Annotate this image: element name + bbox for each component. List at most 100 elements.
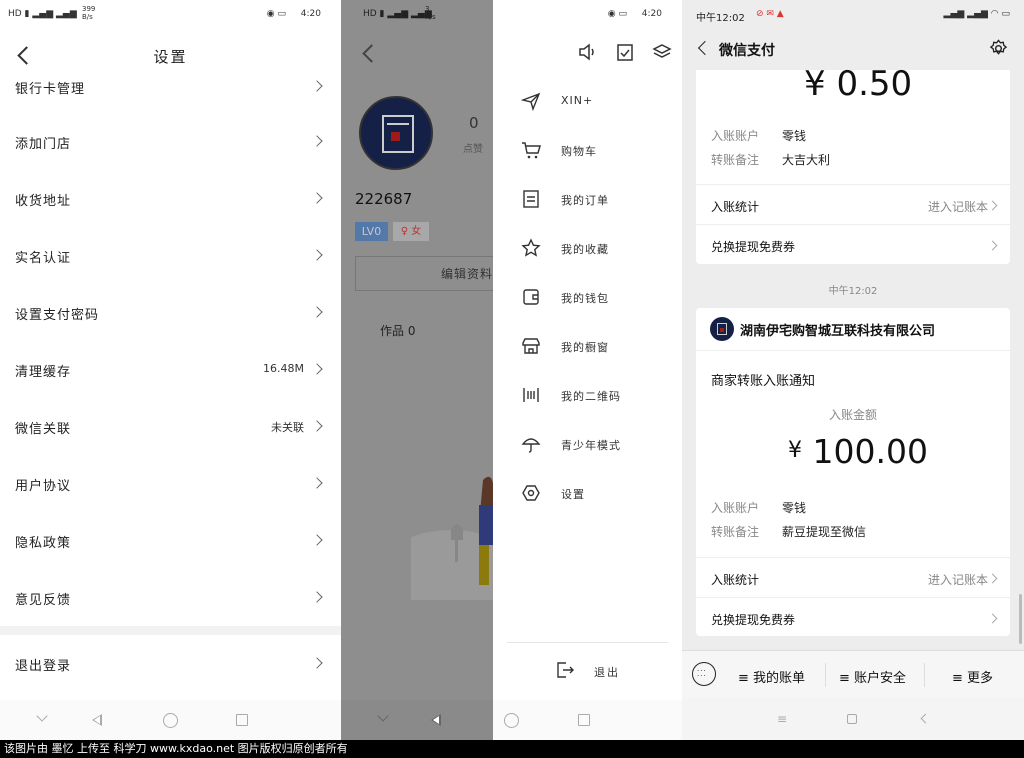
chevron-right-icon xyxy=(311,477,323,489)
chevron-right-icon xyxy=(311,249,323,261)
nav-down-icon[interactable] xyxy=(36,710,48,722)
status-time: 4:20 xyxy=(300,9,321,19)
net-speed: 3 K/s xyxy=(425,5,436,21)
chevron-right-icon xyxy=(311,192,323,204)
menu-item-favorites[interactable]: 我的收藏 xyxy=(493,224,682,273)
paper-plane-icon xyxy=(521,92,541,111)
divider xyxy=(696,350,1010,351)
notification-icons: ⊘ ✉ ▲ xyxy=(756,9,784,19)
nav-home-icon[interactable] xyxy=(163,713,178,728)
watermark-footer: 该图片由 墨忆 上传至 科学刀 www.kxdao.net 图片版权归原创者所有 xyxy=(0,740,1024,758)
menu-item-settings[interactable]: 设置 xyxy=(493,469,682,518)
settings-item[interactable]: 意见反馈 xyxy=(0,569,341,626)
checklist-icon[interactable] xyxy=(615,42,635,62)
nav-back-icon[interactable] xyxy=(920,713,931,724)
drawer-logout-button[interactable]: 退出 xyxy=(555,660,635,684)
user-id: 222687 xyxy=(355,190,413,208)
chevron-right-icon xyxy=(987,240,998,251)
settings-item-wechat[interactable]: 微信关联 未关联 xyxy=(0,398,341,455)
nav-back-icon[interactable] xyxy=(92,714,102,726)
menu-item-cart[interactable]: 购物车 xyxy=(493,126,682,175)
transfer-card-2: 湖南伊宅购智城互联科技有限公司 商家转账入账通知 入账金额 ¥ 100.00 入… xyxy=(696,308,1010,636)
system-nav-bar xyxy=(341,700,493,740)
status-bar: 中午12:02 ⊘ ✉ ▲ ▂▄▆ ▂▄▆ ◠ ▭ xyxy=(682,0,1024,30)
layers-icon[interactable] xyxy=(652,42,672,62)
wechat-status: 未关联 xyxy=(271,421,304,434)
hexagon-settings-icon xyxy=(522,485,540,501)
back-button[interactable] xyxy=(362,44,381,63)
status-time: 中午12:02 xyxy=(696,13,745,24)
menu-item-wallet[interactable]: 我的钱包 xyxy=(493,273,682,322)
settings-item[interactable]: 设置支付密码 xyxy=(0,284,341,341)
empty-illustration xyxy=(411,476,493,600)
likes-label: 点赞 xyxy=(463,144,483,155)
amount: ¥ 0.50 xyxy=(804,64,913,104)
chevron-right-icon xyxy=(311,306,323,318)
status-time: 4:20 xyxy=(641,9,662,19)
nav-recent-icon[interactable] xyxy=(578,714,590,726)
account-security-menu[interactable]: ≡ 账户安全 xyxy=(839,667,906,686)
system-nav-bar xyxy=(0,700,341,740)
ledger-link[interactable]: 进入记账本 xyxy=(928,571,988,588)
amount: ¥ 100.00 xyxy=(788,432,928,471)
status-bar: HD ▮ ▂▄▆ ▂▄▆ 3 K/s xyxy=(341,0,493,30)
menu-item-shop-window[interactable]: 我的橱窗 xyxy=(493,322,682,371)
settings-panel: HD ▮ ▂▄▆ ▂▄▆ 399 B/s ◉ ▭ 4:20 设置 银行卡管理 添加… xyxy=(0,0,341,740)
logout-button[interactable]: 退出登录 xyxy=(0,635,341,692)
back-button[interactable] xyxy=(697,40,713,56)
menu-item-xin[interactable]: XIN+ xyxy=(493,77,682,126)
amount-label: 入账金额 xyxy=(828,408,877,422)
page-title: 微信支付 xyxy=(719,43,775,59)
note-row: 转账备注 大吉大利 xyxy=(711,153,831,167)
menu-item-youth-mode[interactable]: 青少年模式 xyxy=(493,420,682,469)
settings-item[interactable]: 银行卡管理 xyxy=(0,58,341,98)
ledger-link[interactable]: 进入记账本 xyxy=(928,198,988,215)
settings-item-cache[interactable]: 清理缓存 16.48M xyxy=(0,341,341,398)
settings-item[interactable]: 实名认证 xyxy=(0,227,341,284)
nav-menu-icon[interactable]: ≡ xyxy=(777,712,787,726)
signal-icon: HD ▮ ▂▄▆ ▂▄▆ xyxy=(8,9,77,19)
timestamp: 中午12:02 xyxy=(828,286,878,297)
nav-home-icon[interactable] xyxy=(504,713,519,728)
settings-item[interactable]: 用户协议 xyxy=(0,455,341,512)
scrollbar[interactable] xyxy=(1019,594,1022,644)
menu-item-qrcode[interactable]: 我的二维码 xyxy=(493,371,682,420)
drawer-menu-panel: ◉ ▭ 4:20 XIN+ 购物车 我的订单 我的收藏 我的钱包 我的橱窗 我的… xyxy=(493,0,682,740)
chevron-right-icon xyxy=(311,363,323,375)
qrcode-icon xyxy=(523,388,539,402)
eye-battery-icon: ◉ ▭ xyxy=(607,9,627,19)
volume-icon[interactable] xyxy=(577,42,597,62)
works-tab[interactable]: 作品 0 xyxy=(380,322,415,339)
nav-recent-icon[interactable] xyxy=(236,714,248,726)
keyboard-icon[interactable]: ··· ··· xyxy=(692,662,716,686)
my-bill-menu[interactable]: ≡ 我的账单 xyxy=(738,667,805,686)
stats-row[interactable]: 入账统计 进入记账本 xyxy=(696,184,1010,224)
gear-icon[interactable] xyxy=(989,39,1008,58)
eye-battery-icon: ◉ ▭ xyxy=(266,9,286,19)
note-row: 转账备注 薪豆提现至微信 xyxy=(711,525,867,539)
wechat-pay-panel: 中午12:02 ⊘ ✉ ▲ ▂▄▆ ▂▄▆ ◠ ▭ 微信支付 ¥ 0.50 入账… xyxy=(682,0,1024,740)
menu-item-orders[interactable]: 我的订单 xyxy=(493,175,682,224)
settings-item[interactable]: 收货地址 xyxy=(0,170,341,227)
more-menu[interactable]: ≡ 更多 xyxy=(952,667,993,686)
level-badge: LV0 xyxy=(355,222,388,241)
status-bar: HD ▮ ▂▄▆ ▂▄▆ 399 B/s ◉ ▭ 4:20 xyxy=(0,0,341,30)
chevron-right-icon xyxy=(987,573,998,584)
status-bar: ◉ ▭ 4:20 xyxy=(493,0,682,30)
edit-profile-button[interactable]: 编辑资料 xyxy=(355,256,493,291)
nav-down-icon[interactable] xyxy=(377,710,389,722)
avatar[interactable] xyxy=(359,96,433,170)
avatar-logo-icon xyxy=(382,115,414,153)
likes-count: 0 xyxy=(469,114,479,132)
nav-home-icon[interactable] xyxy=(847,714,857,724)
chevron-right-icon xyxy=(311,657,323,669)
signal-wifi-battery-icon: ▂▄▆ ▂▄▆ ◠ ▭ xyxy=(943,9,1010,19)
nav-back-icon[interactable] xyxy=(431,714,441,726)
settings-item[interactable]: 隐私政策 xyxy=(0,512,341,569)
stats-row[interactable]: 入账统计 进入记账本 xyxy=(696,557,1010,597)
coupon-row[interactable]: 兑换提现免费券 xyxy=(696,597,1010,637)
settings-item[interactable]: 添加门店 xyxy=(0,113,341,170)
coupon-row[interactable]: 兑换提现免费券 xyxy=(696,224,1010,264)
company-logo-icon xyxy=(710,317,734,341)
cache-size: 16.48M xyxy=(263,362,304,375)
